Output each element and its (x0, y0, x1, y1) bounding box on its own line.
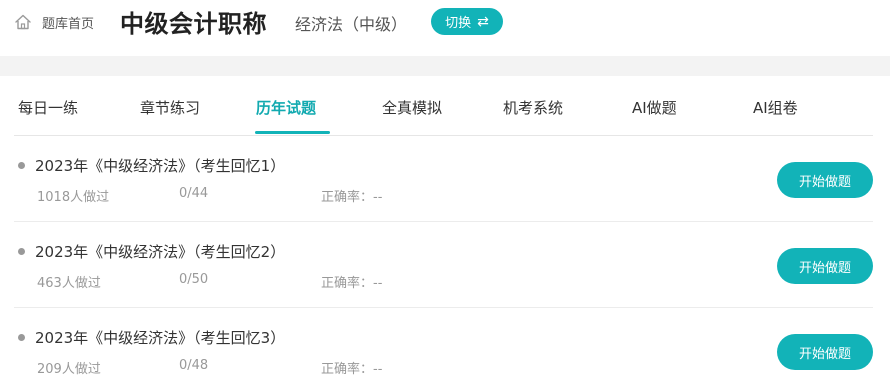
switch-button[interactable]: 切换 ⇄ (431, 8, 503, 35)
paper-takers: 209人做过 (37, 362, 101, 377)
start-practice-button[interactable]: 开始做题 (777, 248, 873, 284)
swap-arrows-icon: ⇄ (477, 13, 489, 30)
bullet-dot (18, 334, 25, 341)
paper-progress: 0/48 (179, 358, 209, 373)
tab-chapter-practice[interactable]: 章节练习 (140, 97, 200, 118)
home-label[interactable]: 题库首页 (42, 13, 94, 32)
switch-label: 切换 (445, 16, 472, 31)
bullet-dot (18, 248, 25, 255)
home-icon (14, 13, 32, 31)
page-title: 中级会计职称 (120, 10, 267, 38)
start-practice-button[interactable]: 开始做题 (777, 162, 873, 198)
paper-progress: 0/50 (179, 272, 209, 287)
active-tab-indicator (255, 131, 330, 134)
paper-progress: 0/44 (179, 186, 209, 201)
tab-ai-paper[interactable]: AI组卷 (753, 97, 798, 118)
subject-name: 经济法（中级） (295, 15, 408, 34)
accuracy-label: 正确率： (321, 276, 374, 291)
paper-title[interactable]: 2023年《中级经济法》（考生回忆3） (35, 327, 285, 348)
list-item: 2023年《中级经济法》（考生回忆3） 209人做过 0/48 正确率：-- 开… (0, 308, 890, 381)
accuracy-value: -- (373, 276, 383, 291)
tab-computer-exam[interactable]: 机考系统 (503, 97, 563, 118)
start-practice-button[interactable]: 开始做题 (777, 334, 873, 370)
home-link[interactable]: 题库首页 (14, 12, 94, 32)
paper-accuracy: 正确率：-- (321, 272, 382, 291)
header-separator-band (0, 56, 890, 76)
accuracy-value: -- (373, 190, 383, 205)
tab-ai-practice[interactable]: AI做题 (632, 97, 677, 118)
accuracy-label: 正确率： (321, 190, 374, 205)
tab-mock-exam[interactable]: 全真模拟 (382, 97, 442, 118)
list-item: 2023年《中级经济法》（考生回忆2） 463人做过 0/50 正确率：-- 开… (0, 222, 890, 308)
paper-title[interactable]: 2023年《中级经济法》（考生回忆2） (35, 241, 285, 262)
paper-accuracy: 正确率：-- (321, 358, 382, 377)
paper-takers: 1018人做过 (37, 190, 110, 205)
tab-daily-practice[interactable]: 每日一练 (18, 97, 78, 118)
header: 题库首页 中级会计职称 经济法（中级） 切换 ⇄ (0, 0, 890, 56)
paper-title[interactable]: 2023年《中级经济法》（考生回忆1） (35, 155, 285, 176)
paper-accuracy: 正确率：-- (321, 186, 382, 205)
list-item: 2023年《中级经济法》（考生回忆1） 1018人做过 0/44 正确率：-- … (0, 136, 890, 222)
paper-takers: 463人做过 (37, 276, 101, 291)
tab-past-exams[interactable]: 历年试题 (256, 97, 316, 118)
tab-bar: 每日一练 章节练习 历年试题 全真模拟 机考系统 AI做题 AI组卷 (0, 76, 890, 136)
accuracy-label: 正确率： (321, 362, 374, 377)
accuracy-value: -- (373, 362, 383, 377)
bullet-dot (18, 162, 25, 169)
